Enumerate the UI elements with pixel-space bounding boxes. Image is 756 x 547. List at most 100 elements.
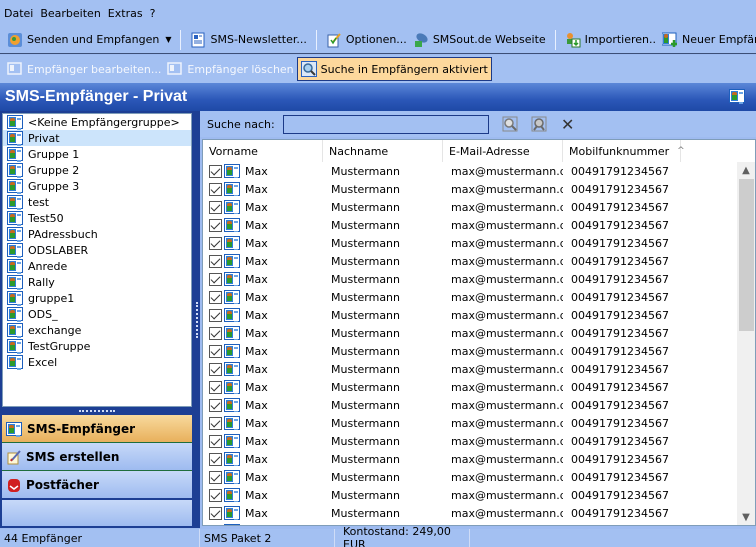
group-item[interactable]: Rally [3, 274, 191, 290]
edit-recipient-button[interactable]: Empfänger bearbeiten... [4, 58, 164, 80]
table-row[interactable]: MaxMustermannmax@mustermann.de0049179123… [203, 522, 737, 525]
firstname-text: Max [245, 254, 268, 268]
table-row[interactable]: MaxMustermannmax@mustermann.de0049179123… [203, 342, 737, 360]
scrollbar-thumb[interactable] [739, 179, 754, 331]
scroll-down-icon[interactable]: ▼ [737, 509, 755, 525]
nav-sms-recipients[interactable]: SMS-Empfänger [2, 415, 192, 443]
group-item[interactable]: PAdressbuch [3, 226, 191, 242]
menu-extras[interactable]: Extras [108, 7, 143, 20]
column-header-mobile[interactable]: Mobilfunknummer ^ [563, 140, 685, 162]
cell-email: max@mustermann.de [451, 434, 563, 448]
table-row[interactable]: MaxMustermannmax@mustermann.de0049179123… [203, 198, 737, 216]
clear-search-button[interactable]: ✕ [558, 115, 578, 134]
horizontal-splitter[interactable] [0, 407, 194, 415]
cell-mobile: 00491791234567 [571, 344, 669, 358]
table-row[interactable]: MaxMustermannmax@mustermann.de0049179123… [203, 450, 737, 468]
newsletter-button[interactable]: SMS-Newsletter... [187, 29, 309, 51]
send-receive-button[interactable]: Senden und Empfangen ▼ [4, 29, 174, 51]
menu-bearbeiten[interactable]: Bearbeiten [40, 7, 100, 20]
menu-help[interactable]: ? [150, 7, 156, 20]
row-checkbox[interactable] [209, 308, 222, 322]
group-item[interactable]: Gruppe 3 [3, 178, 191, 194]
table-row[interactable]: MaxMustermannmax@mustermann.de0049179123… [203, 234, 737, 252]
row-checkbox[interactable] [209, 218, 222, 232]
row-checkbox[interactable] [209, 326, 222, 340]
delete-contact-icon [167, 61, 183, 77]
table-row[interactable]: MaxMustermannmax@mustermann.de0049179123… [203, 270, 737, 288]
group-item[interactable]: TestGruppe [3, 338, 191, 354]
table-row[interactable]: MaxMustermannmax@mustermann.de0049179123… [203, 504, 737, 522]
website-button[interactable]: SMSout.de Webseite [410, 29, 549, 51]
group-item[interactable]: ODSLABER [3, 242, 191, 258]
search-toggle-button[interactable]: Suche in Empfängern aktiviert [296, 57, 492, 81]
group-item[interactable]: Anrede [3, 258, 191, 274]
nav-create-sms[interactable]: SMS erstellen [2, 443, 192, 471]
row-checkbox[interactable] [209, 362, 222, 376]
row-checkbox[interactable] [209, 524, 222, 525]
group-item[interactable]: Privat [3, 130, 191, 146]
table-row[interactable]: MaxMustermannmax@mustermann.de0049179123… [203, 252, 737, 270]
cell-email: max@mustermann.de [451, 470, 563, 484]
cell-lastname: Mustermann [331, 254, 401, 268]
group-list[interactable]: <Keine Empfängergruppe> Privat Gruppe 1 Gru… [2, 113, 192, 407]
row-checkbox[interactable] [209, 236, 222, 250]
group-item[interactable]: ODS_ [3, 306, 191, 322]
table-row[interactable]: MaxMustermannmax@mustermann.de0049179123… [203, 180, 737, 198]
table-row[interactable]: MaxMustermannmax@mustermann.de0049179123… [203, 162, 737, 180]
table-row[interactable]: MaxMustermannmax@mustermann.de0049179123… [203, 216, 737, 234]
group-item[interactable]: Gruppe 2 [3, 162, 191, 178]
row-checkbox[interactable] [209, 398, 222, 412]
group-item[interactable]: Test50 [3, 210, 191, 226]
contact-card-icon [6, 421, 22, 437]
row-checkbox[interactable] [209, 182, 222, 196]
search-input[interactable] [282, 114, 489, 134]
new-recipient-button[interactable]: Neuer Empfänger... [659, 29, 756, 51]
advanced-search-button[interactable] [529, 115, 549, 133]
chevron-down-icon[interactable]: ▼ [165, 35, 171, 44]
contact-card-icon [224, 506, 240, 520]
row-checkbox[interactable] [209, 380, 222, 394]
row-checkbox[interactable] [209, 416, 222, 430]
row-checkbox[interactable] [209, 452, 222, 466]
column-header-nachname[interactable]: Nachname [323, 140, 443, 162]
table-row[interactable]: MaxMustermannmax@mustermann.de0049179123… [203, 378, 737, 396]
table-row[interactable]: MaxMustermannmax@mustermann.de0049179123… [203, 486, 737, 504]
row-checkbox[interactable] [209, 272, 222, 286]
table-row[interactable]: MaxMustermannmax@mustermann.de0049179123… [203, 432, 737, 450]
group-item[interactable]: Excel [3, 354, 191, 370]
row-checkbox[interactable] [209, 290, 222, 304]
search-button[interactable] [500, 115, 520, 133]
row-checkbox[interactable] [209, 506, 222, 520]
vertical-scrollbar[interactable]: ▲ ▼ [737, 162, 755, 525]
cell-firstname: Max [203, 200, 323, 214]
row-checkbox[interactable] [209, 200, 222, 214]
table-row[interactable]: MaxMustermannmax@mustermann.de0049179123… [203, 324, 737, 342]
scroll-up-icon[interactable]: ▲ [737, 162, 755, 178]
row-checkbox[interactable] [209, 434, 222, 448]
nav-mailboxes[interactable]: Postfächer [2, 471, 192, 499]
group-item[interactable]: exchange [3, 322, 191, 338]
import-button[interactable]: Importieren.. [562, 29, 659, 51]
table-row[interactable]: MaxMustermannmax@mustermann.de0049179123… [203, 468, 737, 486]
options-button[interactable]: Optionen... [323, 29, 410, 51]
table-row[interactable]: MaxMustermannmax@mustermann.de0049179123… [203, 396, 737, 414]
row-checkbox[interactable] [209, 344, 222, 358]
group-item[interactable]: Gruppe 1 [3, 146, 191, 162]
menu-datei[interactable]: Datei [4, 7, 33, 20]
table-row[interactable]: MaxMustermannmax@mustermann.de0049179123… [203, 288, 737, 306]
table-row[interactable]: MaxMustermannmax@mustermann.de0049179123… [203, 414, 737, 432]
group-item[interactable]: <Keine Empfängergruppe> [3, 114, 191, 130]
cell-mobile: 00491791234567 [571, 398, 669, 412]
row-checkbox[interactable] [209, 254, 222, 268]
row-checkbox[interactable] [209, 488, 222, 502]
column-header-vorname[interactable]: Vorname [203, 140, 323, 162]
cell-lastname: Mustermann [331, 164, 401, 178]
column-header-email[interactable]: E-Mail-Adresse [443, 140, 563, 162]
delete-recipient-button[interactable]: Empfänger löschen [164, 58, 296, 80]
row-checkbox[interactable] [209, 164, 222, 178]
group-item[interactable]: test [3, 194, 191, 210]
row-checkbox[interactable] [209, 470, 222, 484]
table-row[interactable]: MaxMustermannmax@mustermann.de0049179123… [203, 360, 737, 378]
group-item[interactable]: gruppe1 [3, 290, 191, 306]
table-row[interactable]: MaxMustermannmax@mustermann.de0049179123… [203, 306, 737, 324]
